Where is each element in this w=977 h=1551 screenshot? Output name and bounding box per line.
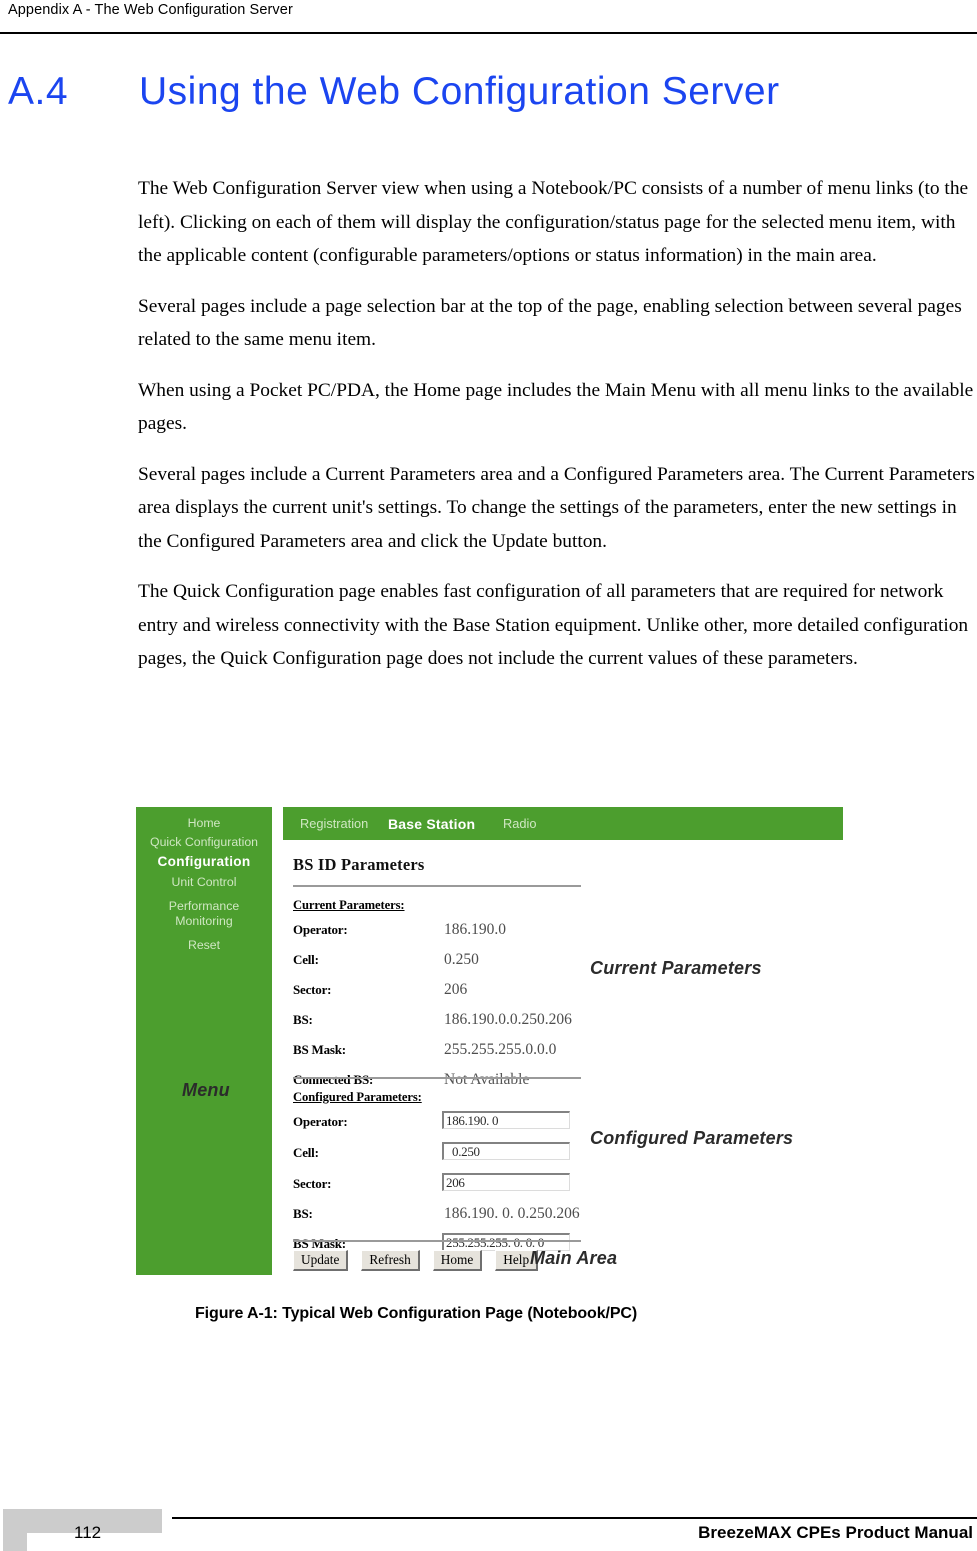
divider-middle: [293, 1077, 581, 1079]
sidebar-item-home[interactable]: Home: [136, 807, 272, 833]
callout-configured-parameters: Configured Parameters: [590, 1128, 794, 1148]
row-key: Cell:: [293, 1145, 319, 1160]
section-title-text: Using the Web Configuration Server: [139, 70, 780, 113]
update-button[interactable]: Update: [293, 1250, 349, 1271]
sidebar-item-quick-configuration[interactable]: Quick Configuration: [136, 833, 272, 852]
divider-bottom: [293, 1240, 581, 1242]
current-parameters-label: Current Parameters:: [293, 898, 405, 912]
row-key: BS:: [293, 1012, 313, 1027]
callout-menu: Menu: [182, 1080, 230, 1100]
row-key: Cell:: [293, 952, 319, 967]
sidebar-item-unit-control[interactable]: Unit Control: [136, 873, 272, 892]
table-row: BS Mask: 255.255.255.0.0.0: [293, 1041, 593, 1065]
table-row: BS: 186.190. 0. 0.250.206: [293, 1205, 593, 1229]
table-row: Sector: 206: [293, 981, 593, 1005]
row-key: BS:: [293, 1206, 313, 1221]
row-key: Sector:: [293, 982, 332, 997]
sidebar-item-performance-monitoring[interactable]: Performance Monitoring: [136, 892, 272, 931]
table-row: Sector: 206: [293, 1173, 593, 1199]
body-text: The Web Configuration Server view when u…: [138, 172, 977, 693]
paragraph-4: Several pages include a Current Paramete…: [138, 463, 975, 552]
row-value: 0.250: [444, 951, 479, 968]
running-header: Appendix A - The Web Configuration Serve…: [8, 2, 293, 18]
row-value: 255.255.255.0.0.0: [444, 1041, 557, 1058]
table-row: Operator: 186.190.0: [293, 921, 593, 945]
row-value: 206: [444, 981, 468, 998]
web-configuration-screenshot: Home Quick Configuration Configuration U…: [136, 807, 843, 1275]
panel-title: BS ID Parameters: [293, 855, 425, 874]
paragraph-5: The Quick Configuration page enables fas…: [138, 581, 969, 669]
paragraph-2: Several pages include a page selection b…: [138, 295, 962, 351]
callout-current-parameters: Current Parameters: [590, 958, 762, 978]
section-number: A.4: [8, 70, 69, 113]
table-row: Cell: 0.250: [293, 1142, 593, 1168]
web-ui-sidebar: Home Quick Configuration Configuration U…: [136, 807, 272, 1275]
button-row: Update Refresh Home Help: [293, 1250, 547, 1272]
page-number: 112: [74, 1523, 102, 1542]
manual-title: BreezeMAX CPEs Product Manual: [698, 1523, 973, 1542]
row-key: Sector:: [293, 1176, 332, 1191]
configured-parameters-label: Configured Parameters:: [293, 1090, 422, 1104]
row-value: 186.190. 0. 0.250.206: [444, 1205, 580, 1222]
tab-base-station[interactable]: Base Station: [388, 816, 475, 832]
figure-caption: Figure A-1: Typical Web Configuration Pa…: [195, 1305, 638, 1322]
row-value: 186.190.0: [444, 921, 506, 938]
callout-main-area: Main Area: [530, 1248, 618, 1268]
footer-divider: [172, 1517, 977, 1519]
row-value: 186.190.0.0.250.206: [444, 1011, 572, 1028]
divider-top: [293, 885, 581, 887]
paragraph-1: The Web Configuration Server view when u…: [138, 178, 969, 266]
table-row: Cell: 0.250: [293, 951, 593, 975]
cell-input[interactable]: 0.250: [442, 1142, 570, 1160]
page-title: A.4 Using the Web Configuration Server: [8, 70, 968, 122]
row-key: Operator:: [293, 1114, 348, 1129]
page-selection-bar: Registration Base Station Radio: [283, 807, 843, 840]
sector-input[interactable]: 206: [442, 1173, 570, 1191]
paragraph-3: When using a Pocket PC/PDA, the Home pag…: [138, 379, 974, 435]
operator-input[interactable]: 186.190. 0: [442, 1111, 570, 1129]
table-row: BS: 186.190.0.0.250.206: [293, 1011, 593, 1035]
table-row: Operator: 186.190. 0: [293, 1111, 593, 1137]
row-value: Not Available: [444, 1071, 530, 1088]
sidebar-item-configuration[interactable]: Configuration: [136, 852, 272, 873]
footer-decoration-vertical: [3, 1509, 27, 1551]
web-ui-main-area: BS ID Parameters Current Parameters: Ope…: [283, 840, 843, 1275]
row-key: Operator:: [293, 922, 348, 937]
refresh-button[interactable]: Refresh: [361, 1250, 420, 1271]
row-key: Connected BS:: [293, 1072, 374, 1087]
tab-radio[interactable]: Radio: [503, 816, 536, 831]
header-divider: [0, 32, 977, 34]
row-key: BS Mask:: [293, 1042, 346, 1057]
sidebar-item-reset[interactable]: Reset: [136, 931, 272, 955]
home-button[interactable]: Home: [432, 1250, 483, 1271]
tab-registration[interactable]: Registration: [300, 816, 368, 831]
